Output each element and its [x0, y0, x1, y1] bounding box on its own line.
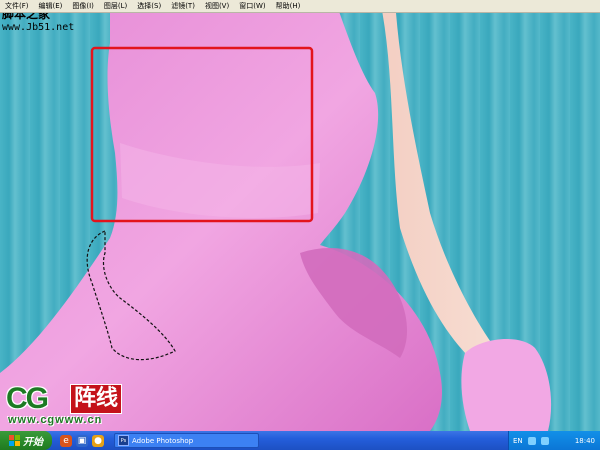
menu-select[interactable]: 选择(S)	[132, 0, 166, 12]
clock: 18:40	[574, 436, 595, 445]
media-icon[interactable]: ●	[92, 434, 104, 447]
task-label: Adobe Photoshop	[132, 436, 194, 445]
windows-flag-icon	[9, 435, 20, 446]
logo-cg-text: CG	[6, 382, 49, 415]
menu-filter[interactable]: 滤镜(T)	[166, 0, 200, 12]
logo-cn-text: 阵线	[70, 384, 123, 414]
system-tray: EN 18:40	[508, 431, 600, 450]
photoshop-icon: Ps	[118, 435, 129, 446]
menu-window[interactable]: 窗口(W)	[234, 0, 270, 12]
ie-icon[interactable]: e	[60, 434, 72, 447]
start-button[interactable]: 开始	[0, 431, 52, 450]
menu-bar: 文件(F) 编辑(E) 图像(I) 图层(L) 选择(S) 滤镜(T) 视图(V…	[0, 0, 600, 13]
document-canvas[interactable]	[0, 13, 600, 431]
start-label: 开始	[23, 437, 43, 448]
taskbar: 开始 e ▣ ● Ps Adobe Photoshop EN 18:40	[0, 431, 600, 450]
glove-shape	[461, 338, 552, 431]
desktop-icon[interactable]: ▣	[76, 434, 88, 447]
site-url: www.Jb51.net	[2, 22, 75, 33]
menu-file[interactable]: 文件(F)	[0, 0, 34, 12]
menu-edit[interactable]: 编辑(E)	[34, 0, 68, 12]
language-indicator[interactable]: EN	[513, 437, 523, 445]
volume-icon[interactable]	[540, 436, 549, 445]
menu-layer[interactable]: 图层(L)	[99, 0, 132, 12]
menu-view[interactable]: 视图(V)	[200, 0, 234, 12]
network-icon[interactable]	[527, 436, 536, 445]
artwork	[0, 13, 552, 431]
menu-image[interactable]: 图像(I)	[67, 0, 99, 12]
cg-logo: CG 阵线 www.cgwww.cn	[6, 382, 136, 430]
logo-url: www.cgwww.cn	[8, 414, 103, 426]
quick-launch: e ▣ ●	[60, 434, 104, 447]
menu-help[interactable]: 帮助(H)	[271, 0, 306, 12]
taskbar-photoshop-button[interactable]: Ps Adobe Photoshop	[114, 433, 259, 448]
